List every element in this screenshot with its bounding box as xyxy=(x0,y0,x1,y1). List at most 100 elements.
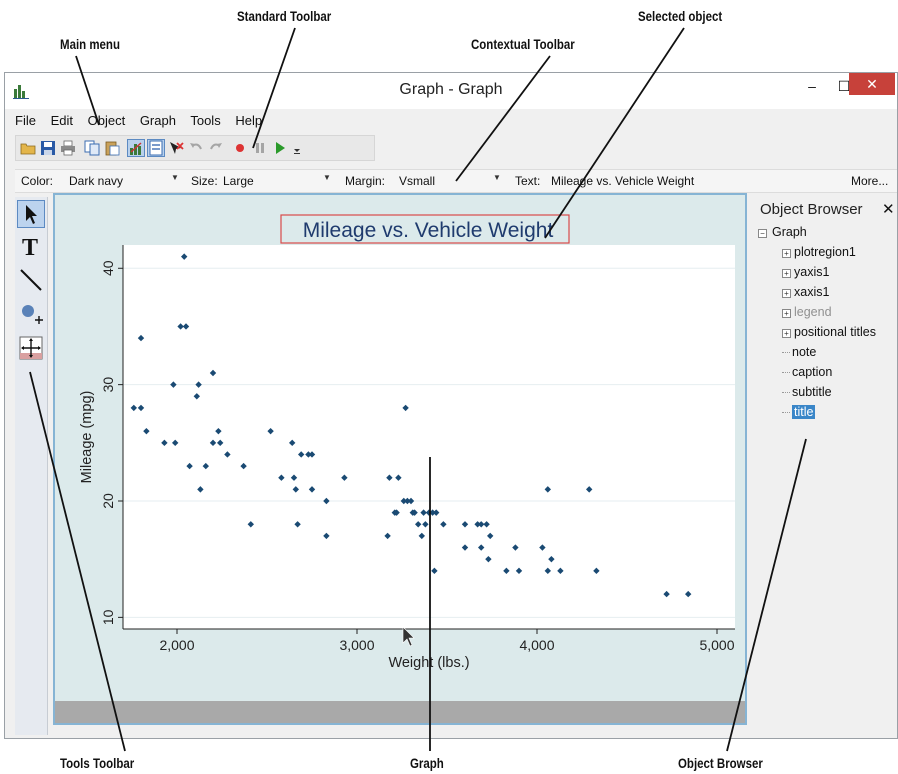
chart-title[interactable]: Mileage vs. Vehicle Weight xyxy=(303,219,554,242)
save-icon[interactable] xyxy=(40,140,56,156)
tree-label: subtitle xyxy=(792,385,832,399)
expand-icon[interactable]: + xyxy=(782,249,791,258)
tree-label: note xyxy=(792,345,817,359)
x-tick-label: 4,000 xyxy=(519,637,554,653)
main-menu: File Edit Object Graph Tools Help xyxy=(15,113,273,131)
marker-tool-icon[interactable] xyxy=(18,301,44,327)
y-tick-label: 30 xyxy=(100,377,116,393)
object-browser-title: Object Browser xyxy=(760,201,863,218)
menu-edit[interactable]: Edit xyxy=(51,113,73,128)
redo-icon[interactable] xyxy=(208,140,224,156)
print-icon[interactable] xyxy=(60,140,76,156)
y-axis-label[interactable]: Mileage (mpg) xyxy=(79,391,95,484)
collapse-icon[interactable]: − xyxy=(758,229,767,238)
more-button[interactable]: More... xyxy=(851,174,888,188)
x-axis-label[interactable]: Weight (lbs.) xyxy=(388,655,469,671)
menu-tools[interactable]: Tools xyxy=(190,113,220,128)
x-tick-label: 2,000 xyxy=(159,637,194,653)
tree-label: xaxis1 xyxy=(794,285,830,299)
object-browser-close-icon[interactable]: ✕ xyxy=(882,200,895,218)
graph-editor-icon[interactable] xyxy=(127,139,145,157)
plot-region[interactable] xyxy=(123,245,735,629)
menu-object[interactable]: Object xyxy=(88,113,126,128)
tree-item-title[interactable]: title xyxy=(782,405,816,419)
window-title: Graph - Graph xyxy=(399,81,503,98)
tree-item-positional-titles[interactable]: + positional titles xyxy=(782,325,876,339)
tree-item-plotregion1[interactable]: + plotregion1 xyxy=(782,245,856,259)
pause-icon[interactable] xyxy=(252,140,268,156)
graph-panel[interactable]: 10 20 30 40 2,000 3,000 4,000 5,000 Mileage vs.… xyxy=(53,193,747,725)
size-label: Size: xyxy=(191,174,218,188)
minimize-button[interactable]: – xyxy=(795,73,829,99)
callout-contextual-toolbar: Contextual Toolbar xyxy=(471,36,575,52)
tree-item-legend[interactable]: + legend xyxy=(782,305,832,319)
svg-text:T: T xyxy=(22,235,38,259)
callout-main-menu: Main menu xyxy=(60,36,120,52)
tree-root-graph[interactable]: − Graph xyxy=(758,225,807,239)
y-tick-label: 10 xyxy=(100,609,116,625)
open-folder-icon[interactable] xyxy=(20,140,36,156)
callout-selected-object: Selected object xyxy=(638,8,723,24)
tree-connector xyxy=(782,372,790,374)
color-select[interactable]: Dark navy xyxy=(69,174,123,188)
menu-help[interactable]: Help xyxy=(235,113,262,128)
pointer-tool-icon[interactable] xyxy=(17,200,45,228)
play-icon[interactable] xyxy=(272,140,288,156)
tree-connector xyxy=(782,352,790,354)
y-tick-label: 20 xyxy=(100,493,116,509)
paste-icon[interactable] xyxy=(104,140,120,156)
tree-label: Graph xyxy=(772,225,807,239)
expand-icon[interactable]: + xyxy=(782,289,791,298)
title-bar: Graph - Graph – ☐ ✕ xyxy=(5,73,897,109)
y-tick-label: 40 xyxy=(100,260,116,276)
expand-icon[interactable]: + xyxy=(782,329,791,338)
tree-label: caption xyxy=(792,365,833,379)
expand-icon[interactable]: + xyxy=(782,309,791,318)
tree-connector xyxy=(782,392,790,394)
line-tool-icon[interactable] xyxy=(18,267,44,293)
text-tool-icon[interactable]: T xyxy=(18,233,44,259)
x-tick-label: 3,000 xyxy=(339,637,374,653)
color-label: Color: xyxy=(21,174,54,188)
standard-toolbar xyxy=(15,135,375,161)
expand-icon[interactable]: + xyxy=(782,269,791,278)
tree-item-yaxis1[interactable]: + yaxis1 xyxy=(782,265,829,279)
margin-label: Margin: xyxy=(345,174,386,188)
object-browser-icon[interactable] xyxy=(147,139,165,157)
tree-connector xyxy=(782,412,790,414)
text-label: Text: xyxy=(515,174,541,188)
size-dropdown-icon[interactable]: ▼ xyxy=(323,173,331,182)
undo-icon[interactable] xyxy=(188,140,204,156)
tree-label: title xyxy=(792,405,816,419)
menu-file[interactable]: File xyxy=(15,113,36,128)
copy-icon[interactable] xyxy=(84,140,100,156)
margin-dropdown-icon[interactable]: ▼ xyxy=(493,173,501,182)
mouse-cursor-icon xyxy=(402,626,415,647)
tree-item-note[interactable]: note xyxy=(782,345,816,359)
tree-label: plotregion1 xyxy=(794,245,856,259)
color-dropdown-icon[interactable]: ▼ xyxy=(171,173,179,182)
close-button[interactable]: ✕ xyxy=(849,73,895,95)
text-field[interactable]: Mileage vs. Vehicle Weight xyxy=(551,174,694,188)
object-browser-panel: Object Browser ✕ − Graph + plotregion1 + yaxi… xyxy=(754,197,897,437)
record-icon[interactable] xyxy=(232,140,248,156)
scatter-chart[interactable]: 10 20 30 40 2,000 3,000 4,000 5,000 Mileage vs.… xyxy=(55,195,745,701)
tree-item-caption[interactable]: caption xyxy=(782,365,832,379)
graph-bottom-bar xyxy=(55,701,745,723)
menu-graph[interactable]: Graph xyxy=(140,113,176,128)
size-select[interactable]: Large xyxy=(223,174,254,188)
tree-item-xaxis1[interactable]: + xaxis1 xyxy=(782,285,829,299)
tools-toolbar: T xyxy=(15,197,48,735)
tree-item-subtitle[interactable]: subtitle xyxy=(782,385,832,399)
tree-label: legend xyxy=(794,305,832,319)
margin-select[interactable]: Vsmall xyxy=(399,174,435,188)
callout-graph: Graph xyxy=(410,755,444,771)
callout-tools-toolbar: Tools Toolbar xyxy=(60,755,135,771)
callout-object-browser: Object Browser xyxy=(678,755,763,771)
pointer-reset-icon[interactable] xyxy=(168,140,184,156)
graph-editor-window: Graph - Graph – ☐ ✕ File Edit Object Gra… xyxy=(4,72,898,739)
grid-edit-tool-icon[interactable] xyxy=(18,335,44,361)
contextual-toolbar: Color: Dark navy ▼ Size: Large ▼ Margin:… xyxy=(15,169,897,193)
tree-label: yaxis1 xyxy=(794,265,830,279)
toolbar-overflow-icon[interactable] xyxy=(292,140,302,156)
